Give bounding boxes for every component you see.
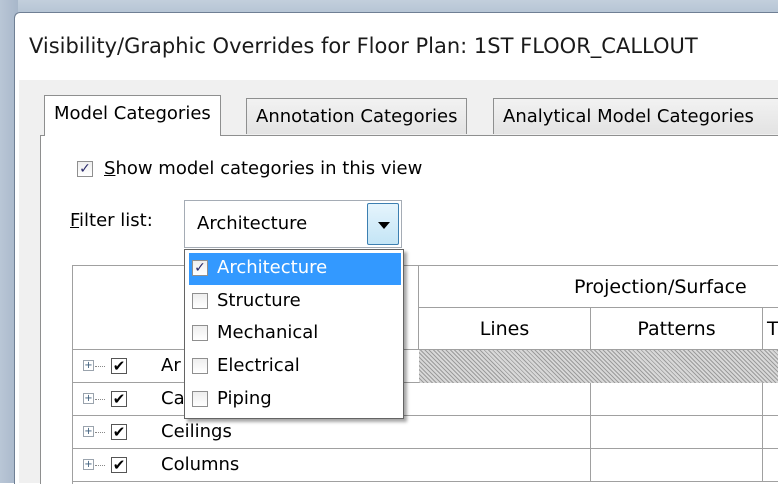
dialog-title: Visibility/Graphic Overrides for Floor P… [29,34,698,58]
dropdown-item-mechanical[interactable]: Mechanical [189,318,401,350]
dropdown-item-structure[interactable]: Structure [189,286,401,318]
lines-cell[interactable] [419,449,591,482]
expand-icon[interactable]: + [83,426,94,437]
patterns-cell[interactable] [591,449,763,482]
category-name: Ca [161,388,185,409]
dropdown-item-label: Electrical [217,355,300,376]
table-row[interactable]: + ✔ Columns [73,449,778,482]
tree-line [95,399,105,400]
dropdown-item-label: Piping [217,388,272,409]
patterns-cell[interactable] [591,416,763,449]
show-model-categories-checkbox[interactable]: ✓ [77,161,93,177]
grid-header-truncated[interactable]: T [763,308,778,350]
table-row[interactable]: + ✔ Ar [73,350,778,383]
chevron-down-icon[interactable] [367,203,399,245]
lines-cell[interactable] [419,416,591,449]
tree-line [95,366,105,367]
dropdown-item-label: Architecture [217,257,328,278]
categories-grid: Projection/Surface Lines Patterns T + ✔ … [72,265,778,484]
category-name: Columns [161,454,240,475]
lines-cell[interactable] [419,383,591,416]
expand-icon[interactable]: + [83,360,94,371]
expand-icon[interactable]: + [83,459,94,470]
tree-line [95,432,105,433]
row-visibility-checkbox[interactable]: ✔ [111,424,127,440]
category-name: Ar [161,355,181,376]
row-visibility-checkbox[interactable]: ✔ [111,391,127,407]
mechanical-checkbox[interactable] [192,325,208,341]
tab-annotation-categories[interactable]: Annotation Categories [246,98,468,134]
electrical-checkbox[interactable] [192,358,208,374]
tab-analytical-model-categories[interactable]: Analytical Model Categories [493,98,778,134]
structure-checkbox[interactable] [192,293,208,309]
table-row[interactable]: + ✔ Ceilings [73,416,778,449]
dropdown-item-piping[interactable]: Piping [189,384,401,416]
table-row[interactable]: + ✔ Ca [73,383,778,416]
dropdown-item-electrical[interactable]: Electrical [189,351,401,383]
architecture-checkbox[interactable]: ✓ [192,260,208,276]
dropdown-item-architecture[interactable]: ✓ Architecture [189,253,401,285]
patterns-cell[interactable] [591,383,763,416]
grid-header-lines[interactable]: Lines [419,308,591,350]
dropdown-item-label: Mechanical [217,322,319,343]
show-model-categories-label: Show model categories in this view [104,158,423,179]
filter-list-combobox[interactable]: Architecture [184,200,402,248]
row-visibility-checkbox[interactable]: ✔ [111,358,127,374]
tab-model-categories[interactable]: Model Categories [44,95,221,136]
category-name: Ceilings [161,421,232,442]
hatched-override-cell [419,350,778,383]
piping-checkbox[interactable] [192,391,208,407]
grid-header-projection-surface: Projection/Surface [419,266,778,308]
expand-icon[interactable]: + [83,393,94,404]
grid-header-patterns[interactable]: Patterns [591,308,763,350]
tree-line [95,465,105,466]
filter-list-dropdown: ✓ Architecture Structure Mechanical Elec… [184,249,404,419]
dropdown-item-label: Structure [217,290,301,311]
filter-list-value: Architecture [197,213,308,234]
filter-list-label: Filter list: [70,210,153,231]
row-visibility-checkbox[interactable]: ✔ [111,457,127,473]
